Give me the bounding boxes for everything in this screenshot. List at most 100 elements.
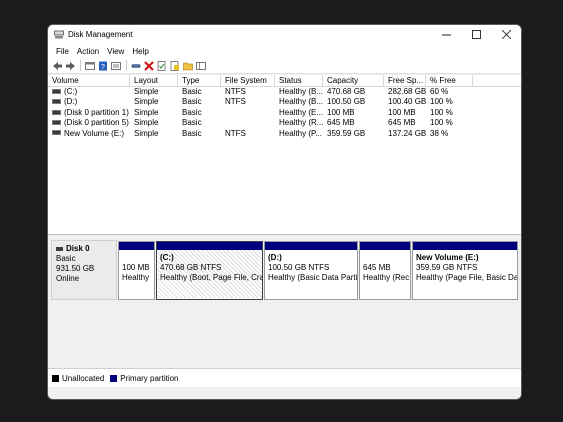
layout-cell: Simple [134, 97, 159, 107]
free-space-cell: 100.40 GB [388, 97, 426, 107]
partition-bar [360, 242, 410, 250]
partition-status: Healthy (Rec [363, 273, 410, 282]
disk-type: Basic [56, 254, 76, 263]
folder-button[interactable] [182, 60, 194, 72]
partition-title: (C:) [160, 253, 174, 262]
close-button[interactable] [491, 25, 521, 44]
properties-button[interactable] [84, 60, 96, 72]
window-title: Disk Management [68, 30, 133, 39]
console-button[interactable] [195, 60, 207, 72]
partition-bar [157, 242, 262, 250]
file-system-cell: NTFS [225, 87, 246, 96]
menu-help[interactable]: Help [128, 47, 152, 56]
close-icon [501, 30, 511, 39]
status-cell: Healthy (B... [279, 87, 323, 96]
partition-status: Healthy (Basic Data Partiti [268, 273, 357, 282]
minimize-button[interactable] [431, 25, 461, 44]
status-strip [48, 387, 521, 399]
partition-block[interactable]: New Volume (E:) 359.59 GB NTFS Healthy (… [412, 241, 518, 300]
file-system-cell [221, 118, 275, 128]
type-cell: Basic [182, 118, 202, 128]
partition-block[interactable]: 645 MB Healthy (Rec [359, 241, 411, 300]
volume-row[interactable]: (Disk 0 partition 5) Simple Basic Health… [48, 118, 521, 128]
forward-button[interactable] [64, 60, 76, 72]
volume-row[interactable]: (Disk 0 partition 1) Simple Basic Health… [48, 108, 521, 118]
column-status[interactable]: Status [275, 75, 323, 86]
volume-name: (Disk 0 partition 5) [64, 118, 129, 128]
partition-block[interactable]: (C:) 470.68 GB NTFS Healthy (Boot, Page … [156, 241, 263, 300]
column-file-system[interactable]: File System [221, 75, 275, 86]
capacity-cell: 100 MB [327, 107, 355, 117]
volume-row[interactable]: New Volume (E:) Simple Basic NTFS Health… [48, 129, 521, 139]
folder-icon [183, 62, 193, 70]
connect-icon [131, 63, 141, 68]
free-space-cell: 282.68 GB [388, 87, 426, 96]
partition-size: 100 MB [122, 263, 150, 272]
back-icon [52, 61, 62, 70]
partition-status: Healthy [122, 273, 150, 282]
disk-graphical-view: Disk 0 Basic 931.50 GB Online 100 MB Hea… [48, 236, 521, 386]
delete-button[interactable] [143, 60, 155, 72]
menu-view[interactable]: View [103, 47, 128, 56]
free-space-cell: 645 MB [388, 118, 416, 128]
layout-cell: Simple [134, 107, 159, 117]
file-system-cell [221, 108, 275, 118]
back-button[interactable] [51, 60, 63, 72]
partition-status: Healthy (Boot, Page File, Cras [160, 273, 262, 282]
disk-label[interactable]: Disk 0 Basic 931.50 GB Online [51, 240, 117, 300]
type-cell: Basic [182, 107, 202, 117]
partition-block[interactable]: 100 MB Healthy [118, 241, 155, 300]
volume-list-header: Volume Layout Type File System Status Ca… [48, 75, 521, 87]
check-icon [157, 60, 166, 71]
menu-file[interactable]: File [52, 47, 73, 56]
partition-body: (D:) 100.50 GB NTFS Healthy (Basic Data … [265, 250, 357, 283]
help-button[interactable]: ? [97, 60, 109, 72]
list-view-icon [111, 61, 121, 70]
volume-list: Volume Layout Type File System Status Ca… [48, 75, 521, 235]
partition-block[interactable]: (D:) 100.50 GB NTFS Healthy (Basic Data … [264, 241, 358, 300]
partition-body: 645 MB Healthy (Rec [360, 250, 410, 283]
free-space-cell: 100 MB [388, 107, 416, 117]
primary-partition-swatch [110, 375, 118, 382]
maximize-button[interactable] [461, 25, 491, 44]
percent-free-cell: 60 % [430, 87, 449, 96]
volume-row[interactable]: (C:) Simple Basic NTFS Healthy (B... 470… [48, 87, 521, 97]
new-disk-icon [170, 60, 179, 71]
check-button[interactable] [156, 60, 168, 72]
column-layout[interactable]: Layout [130, 75, 178, 86]
column-volume[interactable]: Volume [48, 75, 130, 86]
console-icon [196, 61, 206, 70]
column-type[interactable]: Type [178, 75, 221, 86]
disk-name: Disk 0 [66, 244, 90, 253]
column-percent-free[interactable]: % Free [426, 75, 473, 86]
status-cell: Healthy (R... [279, 118, 323, 128]
volume-name: (Disk 0 partition 1) [64, 107, 129, 117]
volume-row[interactable]: (D:) Simple Basic NTFS Healthy (B... 100… [48, 97, 521, 107]
partition-body: New Volume (E:) 359.59 GB NTFS Healthy (… [413, 250, 517, 283]
percent-free-cell: 38 % [430, 128, 449, 138]
disk-management-icon [54, 30, 64, 39]
status-cell: Healthy (P... [279, 128, 322, 138]
help-icon: ? [99, 61, 107, 71]
column-free-space[interactable]: Free Sp... [384, 75, 426, 86]
volume-name-cell: (D:) [48, 97, 130, 107]
capacity-cell: 359.59 GB [327, 128, 366, 138]
legend-unallocated: Unallocated [62, 374, 105, 383]
connect-button[interactable] [130, 60, 142, 72]
column-capacity[interactable]: Capacity [323, 75, 384, 86]
capacity-cell: 645 MB [327, 118, 355, 128]
partition-bar [413, 242, 517, 250]
capacity-cell: 470.68 GB [327, 87, 366, 96]
new-disk-button[interactable] [169, 60, 181, 72]
type-cell: Basic [182, 128, 202, 138]
menu-action[interactable]: Action [73, 47, 103, 56]
partition-status: Healthy (Page File, Basic Data [416, 273, 517, 282]
partition-title: (D:) [268, 253, 282, 262]
partition-size: 359.59 GB NTFS [416, 263, 478, 272]
minimize-icon [441, 34, 451, 36]
partition-size: 100.50 GB NTFS [268, 263, 330, 272]
list-view-button[interactable] [110, 60, 122, 72]
svg-text:?: ? [101, 64, 105, 71]
properties-icon [85, 61, 95, 70]
percent-free-cell: 100 % [430, 107, 453, 117]
